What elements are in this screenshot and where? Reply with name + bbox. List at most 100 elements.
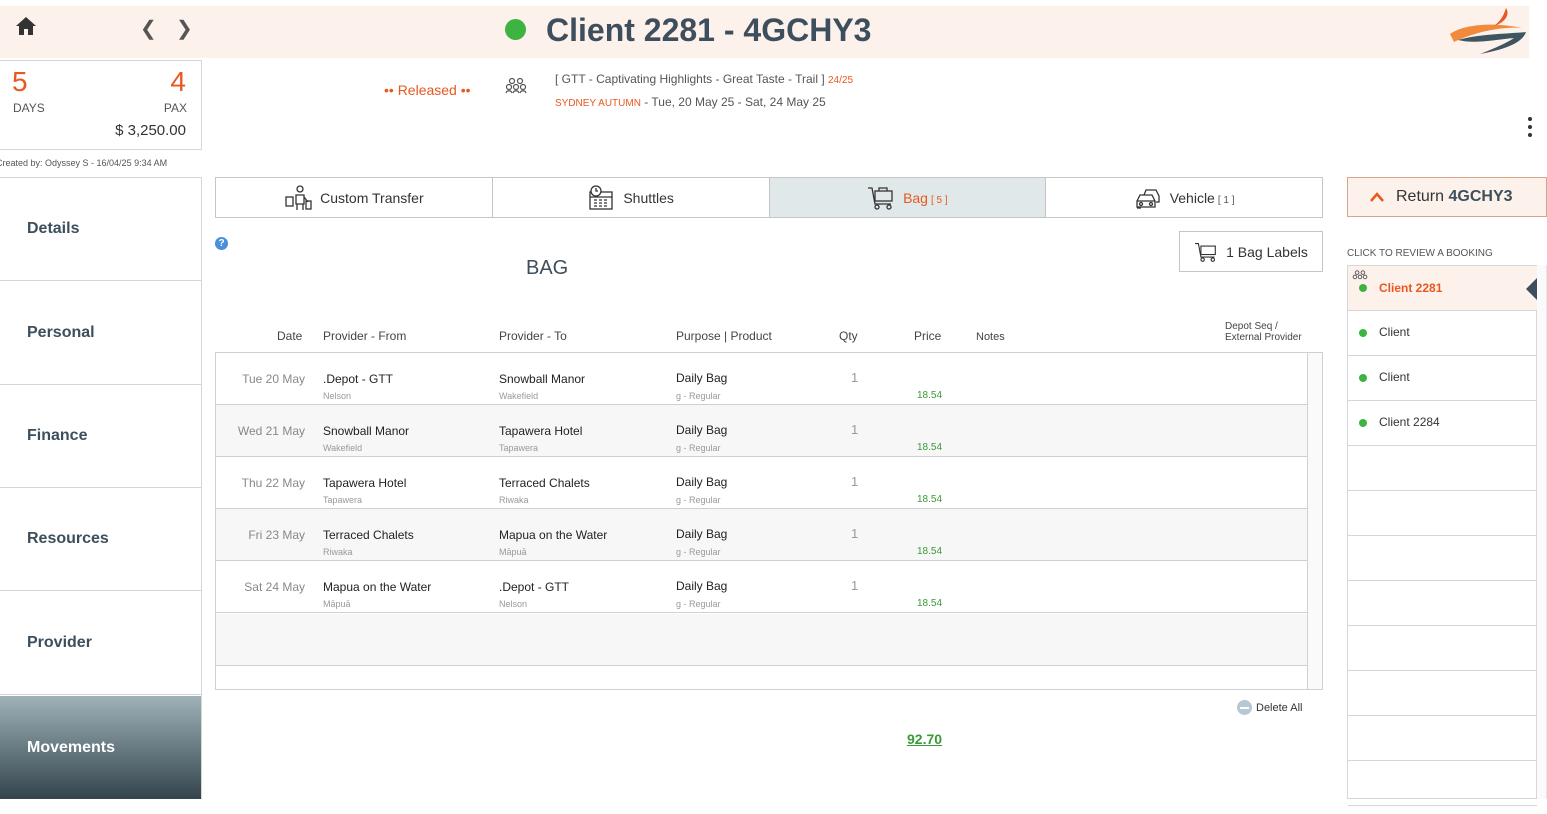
col-header-to: Provider - To — [499, 329, 567, 343]
cell-from-location: Tapawera — [323, 495, 363, 505]
return-button[interactable]: Return 4GCHY3 — [1347, 177, 1547, 217]
cell-to-location: Wakefield — [499, 391, 539, 401]
bag-labels-text: 1 Bag Labels — [1226, 243, 1308, 260]
calendar-clock-icon — [589, 184, 613, 210]
sidebar-item-movements[interactable]: Movements — [0, 696, 201, 799]
cell-to: Mapua on the Water — [499, 528, 608, 542]
return-label: Return 4GCHY3 — [1396, 188, 1513, 206]
booking-label: Client — [1379, 370, 1410, 384]
sidebar-item-provider[interactable]: Provider — [0, 592, 201, 695]
tour-name: [ GTT - Captivating Highlights - Great T… — [555, 72, 825, 86]
tab-label: Bag[ 5 ] — [903, 190, 948, 206]
cell-to-location: Riwaka — [499, 495, 529, 505]
section-title: BAG — [526, 257, 569, 279]
cell-to-location: Tapawera — [499, 443, 539, 453]
col-header-depot-line1: Depot Seq / — [1225, 321, 1278, 332]
booking-item-empty[interactable] — [1348, 716, 1537, 761]
booking-label: Client — [1379, 325, 1410, 339]
cell-qty: 1 — [851, 526, 859, 541]
home-icon[interactable] — [14, 15, 38, 37]
cell-date: Tue 20 May — [242, 372, 305, 386]
brand-logo — [1450, 8, 1526, 54]
booking-item[interactable]: Client — [1348, 311, 1537, 356]
more-options-icon[interactable] — [1524, 117, 1536, 141]
cell-from-location: Māpuā — [323, 599, 351, 609]
cell-to: Snowball Manor — [499, 372, 586, 386]
cell-from: Tapawera Hotel — [323, 476, 407, 490]
tab-label: Custom Transfer — [320, 189, 424, 206]
booking-item-empty[interactable] — [1348, 446, 1537, 491]
booking-label: Client 2281 — [1379, 281, 1443, 295]
cell-qty: 1 — [851, 474, 859, 489]
sidebar-item-details[interactable]: Details — [0, 178, 201, 281]
col-header-notes: Notes — [976, 331, 1005, 343]
table-row[interactable]: Wed 21 May Snowball Manor Wakefield Tapawer… — [216, 405, 1308, 457]
cell-qty: 1 — [851, 422, 859, 437]
sidebar-nav: Details Personal Finance Resources Provi… — [0, 177, 202, 799]
tab-vehicle[interactable]: Vehicle[ 1 ] — [1046, 178, 1322, 217]
table-row[interactable]: Sat 24 May Mapua on the Water Māpuā .Depot … — [216, 561, 1308, 613]
col-header-depot: Depot Seq / External Provider — [1225, 321, 1302, 343]
created-by-text: Created by: Odyssey S - 16/04/25 9:34 AM — [0, 158, 168, 168]
cell-price: 18.54 — [917, 546, 943, 557]
cell-from: Terraced Chalets — [323, 528, 414, 542]
cell-date: Wed 21 May — [237, 424, 305, 438]
sidebar-item-resources[interactable]: Resources — [0, 488, 201, 591]
cell-product: g - Regular — [676, 599, 721, 609]
minus-circle-icon — [1237, 700, 1252, 715]
delete-all-button[interactable]: Delete All — [1237, 700, 1302, 715]
cell-to-location: Nelson — [499, 599, 528, 609]
col-header-qty: Qty — [839, 329, 858, 343]
help-icon[interactable]: ? — [215, 237, 228, 250]
forward-arrow-icon[interactable]: ❯ — [176, 16, 193, 41]
col-header-price: Price — [914, 329, 942, 343]
cell-price: 18.54 — [917, 390, 943, 401]
bag-table: Tue 20 May .Depot - GTT Nelson Snowball Man… — [215, 352, 1323, 690]
tab-label: Vehicle[ 1 ] — [1170, 190, 1235, 206]
cell-from-location: Nelson — [323, 391, 352, 401]
tour-count: 24/25 — [828, 75, 854, 86]
cell-from: Mapua on the Water — [323, 580, 432, 594]
cell-purpose: Daily Bag — [676, 423, 728, 437]
delete-all-label: Delete All — [1256, 701, 1303, 714]
status-dot — [1359, 374, 1367, 382]
cell-purpose: Daily Bag — [676, 371, 728, 385]
booking-item-empty[interactable] — [1348, 761, 1537, 806]
tab-label: Shuttles — [623, 189, 674, 206]
status-dot — [1359, 284, 1367, 292]
cell-product: g - Regular — [676, 547, 721, 557]
booking-list-scrollbar[interactable] — [1537, 265, 1547, 799]
total-amount: $ 3,250.00 — [115, 122, 186, 139]
season-name: SYDNEY AUTUMN — [555, 98, 641, 109]
booking-item[interactable]: Client 2281 — [1348, 266, 1537, 311]
cell-from-location: Riwaka — [323, 547, 353, 557]
back-arrow-icon[interactable]: ❮ — [140, 16, 157, 41]
table-row-empty — [216, 614, 1308, 666]
table-scrollbar[interactable] — [1307, 353, 1322, 689]
chevron-up-icon — [1370, 192, 1384, 202]
bag-labels-button[interactable]: 1 Bag Labels — [1179, 231, 1323, 272]
booking-item[interactable]: Client — [1348, 356, 1537, 401]
booking-item-empty[interactable] — [1348, 581, 1537, 626]
cell-to: Tapawera Hotel — [499, 424, 583, 438]
booking-item[interactable]: Client 2284 — [1348, 401, 1537, 446]
booking-item-empty[interactable] — [1348, 491, 1537, 536]
status-dot — [1359, 329, 1367, 337]
table-row[interactable]: Fri 23 May Terraced Chalets Riwaka Mapua on… — [216, 509, 1308, 561]
cell-price: 18.54 — [917, 442, 943, 453]
table-row[interactable]: Thu 22 May Tapawera Hotel Tapawera Terraced… — [216, 457, 1308, 509]
sidebar-item-personal[interactable]: Personal — [0, 282, 201, 385]
tab-bag[interactable]: Bag[ 5 ] — [769, 178, 1047, 217]
booking-item-empty[interactable] — [1348, 626, 1537, 671]
tab-custom-transfer[interactable]: Custom Transfer — [216, 178, 493, 217]
booking-item-empty[interactable] — [1348, 536, 1537, 581]
days-label: DAYS — [13, 101, 45, 115]
vehicle-icon — [1136, 188, 1160, 209]
cell-product: g - Regular — [676, 391, 721, 401]
table-total[interactable]: 92.70 — [907, 731, 942, 747]
table-row[interactable]: Tue 20 May .Depot - GTT Nelson Snowball Man… — [216, 353, 1308, 405]
sidebar-item-finance[interactable]: Finance — [0, 385, 201, 488]
tab-shuttles[interactable]: Shuttles — [493, 178, 770, 217]
booking-item-empty[interactable] — [1348, 671, 1537, 716]
movement-tabs: Custom Transfer Shuttles Bag[ 5 ] Vehicl… — [215, 177, 1323, 218]
